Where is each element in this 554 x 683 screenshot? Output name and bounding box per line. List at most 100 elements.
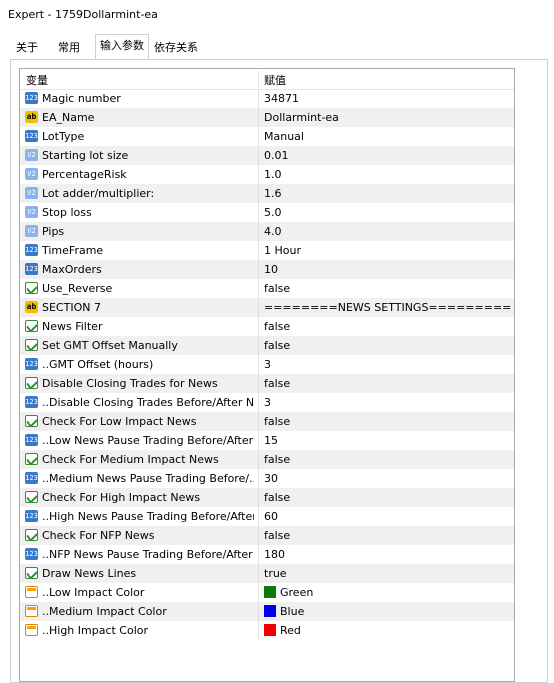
table-row[interactable]: 123 ..High News Pause Trading Before/Afte…	[20, 507, 514, 526]
parameter-value[interactable]: 180	[264, 548, 285, 561]
table-row[interactable]: News Filter false	[20, 317, 514, 336]
header-variable[interactable]: 变量	[26, 72, 48, 88]
parameter-name: Use_Reverse	[42, 282, 113, 295]
table-row[interactable]: Set GMT Offset Manually false	[20, 336, 514, 355]
table-row[interactable]: Check For Medium Impact News false	[20, 450, 514, 469]
parameter-value[interactable]: false	[264, 282, 290, 295]
color-swatch	[264, 624, 276, 636]
parameter-value[interactable]: ========NEWS SETTINGS=========	[264, 301, 511, 314]
parameter-value-text: 0.01	[264, 149, 289, 162]
table-row[interactable]: Disable Closing Trades for News false	[20, 374, 514, 393]
header-value[interactable]: 赋值	[264, 72, 286, 88]
parameter-value[interactable]: 1.6	[264, 187, 282, 200]
parameter-value[interactable]: 10	[264, 263, 278, 276]
parameter-value[interactable]: false	[264, 415, 290, 428]
column-divider	[258, 184, 259, 203]
parameter-value-text: false	[264, 339, 291, 352]
parameter-value-text: Blue	[280, 605, 305, 618]
parameter-name: ..Medium Impact Color	[42, 605, 167, 618]
parameter-value[interactable]: 60	[264, 510, 278, 523]
parameter-value[interactable]: 34871	[264, 92, 299, 105]
parameter-value[interactable]: Red	[264, 624, 301, 637]
table-row[interactable]: Check For High Impact News false	[20, 488, 514, 507]
table-row[interactable]: ab EA_Name Dollarmint-ea	[20, 108, 514, 127]
parameter-value[interactable]: false	[264, 377, 290, 390]
column-divider	[258, 507, 259, 526]
table-row[interactable]: Check For Low Impact News false	[20, 412, 514, 431]
parameter-value[interactable]: 1 Hour	[264, 244, 301, 257]
parameter-name: ..GMT Offset (hours)	[42, 358, 154, 371]
table-row[interactable]: 123 LotType Manual	[20, 127, 514, 146]
column-divider	[258, 165, 259, 184]
parameter-value[interactable]: true	[264, 567, 287, 580]
parameter-value[interactable]: false	[264, 491, 290, 504]
header-divider[interactable]	[258, 71, 259, 87]
parameter-value[interactable]: 3	[264, 358, 271, 371]
table-row[interactable]: 123 ..Disable Closing Trades Before/After…	[20, 393, 514, 412]
parameter-value[interactable]: 30	[264, 472, 278, 485]
parameter-value[interactable]: 1.0	[264, 168, 282, 181]
parameters-table[interactable]: 变量 赋值 123 Magic number 34871 ab EA_Name Dolla…	[19, 68, 515, 682]
parameter-value[interactable]: 0.01	[264, 149, 289, 162]
column-divider	[258, 526, 259, 545]
table-row[interactable]: V2 PercentageRisk 1.0	[20, 165, 514, 184]
table-row[interactable]: Check For NFP News false	[20, 526, 514, 545]
parameter-name: EA_Name	[42, 111, 95, 124]
parameter-name: Draw News Lines	[42, 567, 137, 580]
column-divider	[258, 203, 259, 222]
parameter-value[interactable]: 15	[264, 434, 278, 447]
tab-inputs[interactable]: 输入参数	[95, 34, 149, 59]
parameter-name: ..Medium News Pause Trading Before/...	[42, 472, 254, 485]
parameter-value-text: Manual	[264, 130, 304, 143]
column-divider	[258, 260, 259, 279]
table-row[interactable]: V2 Lot adder/multiplier: 1.6	[20, 184, 514, 203]
double-icon: V2	[25, 225, 38, 237]
parameter-value-text: ========NEWS SETTINGS=========	[264, 301, 512, 314]
table-row[interactable]: 123 ..Low News Pause Trading Before/After…	[20, 431, 514, 450]
table-row[interactable]: Draw News Lines true	[20, 564, 514, 583]
parameter-value[interactable]: Dollarmint-ea	[264, 111, 339, 124]
column-divider	[258, 108, 259, 127]
table-row[interactable]: ..Medium Impact Color Blue	[20, 602, 514, 621]
bool-icon	[25, 415, 38, 427]
int-icon: 123	[25, 244, 38, 256]
table-row[interactable]: ..Low Impact Color Green	[20, 583, 514, 602]
table-row[interactable]: Use_Reverse false	[20, 279, 514, 298]
bool-icon	[25, 453, 38, 465]
tab-dependencies[interactable]: 依存关系	[150, 38, 202, 58]
parameter-value[interactable]: false	[264, 529, 290, 542]
parameter-value[interactable]: false	[264, 339, 290, 352]
parameter-value-text: 30	[264, 472, 278, 485]
table-row[interactable]: 123 Magic number 34871	[20, 89, 514, 108]
parameter-value[interactable]: Manual	[264, 130, 304, 143]
parameter-name: Check For Medium Impact News	[42, 453, 219, 466]
parameter-value[interactable]: false	[264, 320, 290, 333]
tab-common[interactable]: 常用	[54, 38, 84, 58]
table-row[interactable]: ab SECTION 7 ========NEWS SETTINGS========…	[20, 298, 514, 317]
parameter-name: Check For NFP News	[42, 529, 155, 542]
tab-about[interactable]: 关于	[12, 38, 42, 58]
table-row[interactable]: 123 TimeFrame 1 Hour	[20, 241, 514, 260]
parameter-value[interactable]: 4.0	[264, 225, 282, 238]
parameter-name: TimeFrame	[42, 244, 104, 257]
table-row[interactable]: 123 ..Medium News Pause Trading Before/..…	[20, 469, 514, 488]
table-row[interactable]: V2 Pips 4.0	[20, 222, 514, 241]
table-row[interactable]: 123 ..GMT Offset (hours) 3	[20, 355, 514, 374]
table-row[interactable]: ..High Impact Color Red	[20, 621, 514, 640]
parameter-value-text: 15	[264, 434, 278, 447]
parameter-value[interactable]: Green	[264, 586, 313, 599]
parameter-value[interactable]: false	[264, 453, 290, 466]
parameter-name: Stop loss	[42, 206, 92, 219]
table-row[interactable]: 123 MaxOrders 10	[20, 260, 514, 279]
table-row[interactable]: V2 Starting lot size 0.01	[20, 146, 514, 165]
color-icon	[25, 624, 38, 636]
parameter-value[interactable]: 3	[264, 396, 271, 409]
parameter-value[interactable]: 5.0	[264, 206, 282, 219]
table-row[interactable]: V2 Stop loss 5.0	[20, 203, 514, 222]
table-row[interactable]: 123 ..NFP News Pause Trading Before/After…	[20, 545, 514, 564]
parameter-value-text: 34871	[264, 92, 299, 105]
parameter-value-text: 180	[264, 548, 285, 561]
parameter-value-text: false	[264, 453, 291, 466]
bool-icon	[25, 320, 38, 332]
parameter-value[interactable]: Blue	[264, 605, 304, 618]
